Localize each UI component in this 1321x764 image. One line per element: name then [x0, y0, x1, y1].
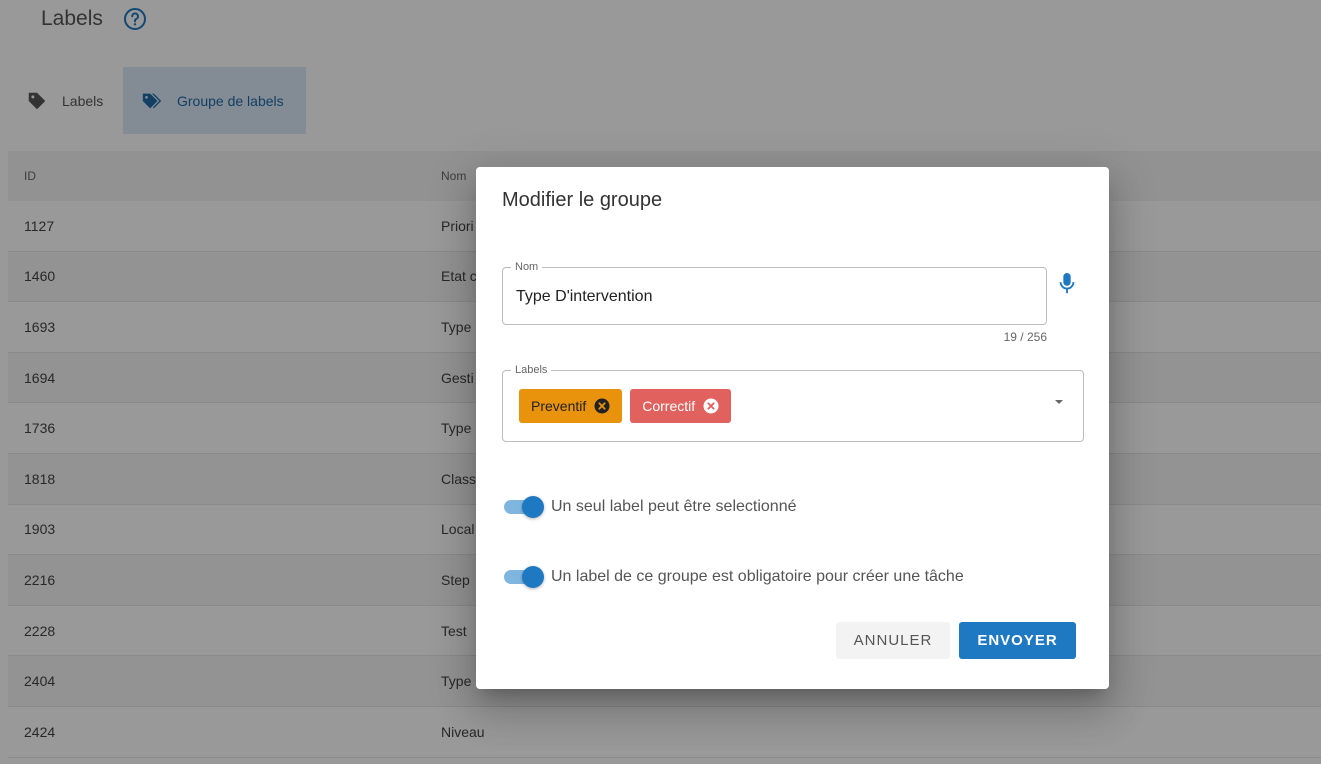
chevron-down-icon[interactable] — [1053, 395, 1065, 407]
close-circle-icon[interactable] — [594, 398, 610, 414]
mandatory-label-toggle-label: Un label de ce groupe est obligatoire po… — [551, 568, 964, 585]
toggle-thumb — [522, 566, 544, 588]
cancel-button[interactable]: ANNULER — [836, 622, 950, 659]
label-chips: Preventif Correctif — [519, 389, 732, 423]
single-label-toggle-row: Un seul label peut être selectionné — [504, 496, 797, 518]
mandatory-label-toggle[interactable] — [504, 566, 544, 588]
chip-label: Preventif — [531, 398, 587, 414]
submit-button[interactable]: ENVOYER — [959, 622, 1076, 659]
toggle-thumb — [522, 496, 544, 518]
chip-label: Correctif — [642, 398, 696, 414]
name-field-label: Nom — [511, 261, 543, 273]
labels-field-label: Labels — [511, 364, 552, 376]
close-circle-icon[interactable] — [703, 398, 719, 414]
edit-group-dialog: Modifier le groupe Nom Type D'interventi… — [476, 167, 1109, 689]
microphone-icon[interactable] — [1056, 271, 1078, 297]
dialog-title: Modifier le groupe — [502, 189, 663, 211]
single-label-toggle-label: Un seul label peut être selectionné — [551, 498, 797, 515]
chip-correctif[interactable]: Correctif — [630, 389, 732, 423]
mandatory-label-toggle-row: Un label de ce groupe est obligatoire po… — [504, 566, 964, 588]
name-field[interactable]: Nom Type D'intervention — [502, 261, 1047, 325]
single-label-toggle[interactable] — [504, 496, 544, 518]
labels-select-field[interactable]: Labels Preventif Correctif — [502, 364, 1084, 442]
character-counter: 19 / 256 — [1003, 330, 1047, 344]
chip-preventif[interactable]: Preventif — [519, 389, 623, 423]
name-input-value[interactable]: Type D'intervention — [516, 288, 652, 306]
